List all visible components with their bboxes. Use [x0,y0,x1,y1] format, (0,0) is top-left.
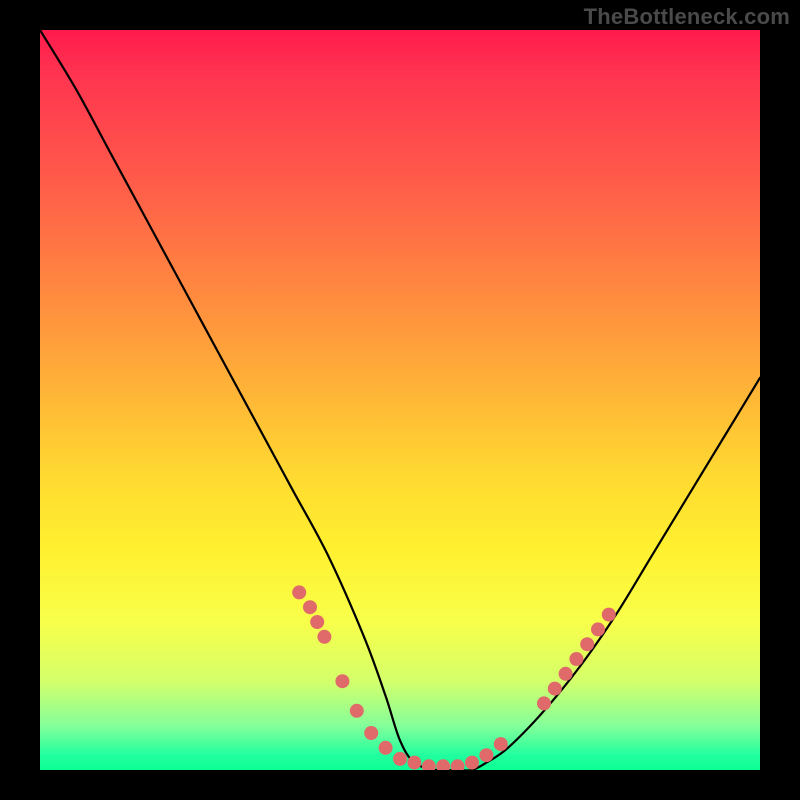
marker-dot [292,585,306,599]
plot-area [40,30,760,770]
curve-path [40,30,760,770]
marker-dot [379,741,393,755]
marker-dot [436,759,450,770]
marker-dot [310,615,324,629]
marker-dot [407,756,421,770]
marker-dot [548,682,562,696]
marker-dot [591,622,605,636]
watermark-text: TheBottleneck.com [584,4,790,30]
marker-dot [335,674,349,688]
marker-dot [465,756,479,770]
marker-group [292,585,616,770]
marker-dot [350,704,364,718]
curve-svg [40,30,760,770]
marker-dot [303,600,317,614]
marker-dot [602,608,616,622]
marker-dot [479,748,493,762]
marker-dot [580,637,594,651]
chart-frame: TheBottleneck.com [0,0,800,800]
marker-dot [569,652,583,666]
marker-dot [422,759,436,770]
marker-dot [559,667,573,681]
marker-dot [317,630,331,644]
marker-dot [364,726,378,740]
marker-dot [494,737,508,751]
curve-line-group [40,30,760,770]
marker-dot [537,696,551,710]
marker-dot [393,752,407,766]
marker-dot [451,759,465,770]
